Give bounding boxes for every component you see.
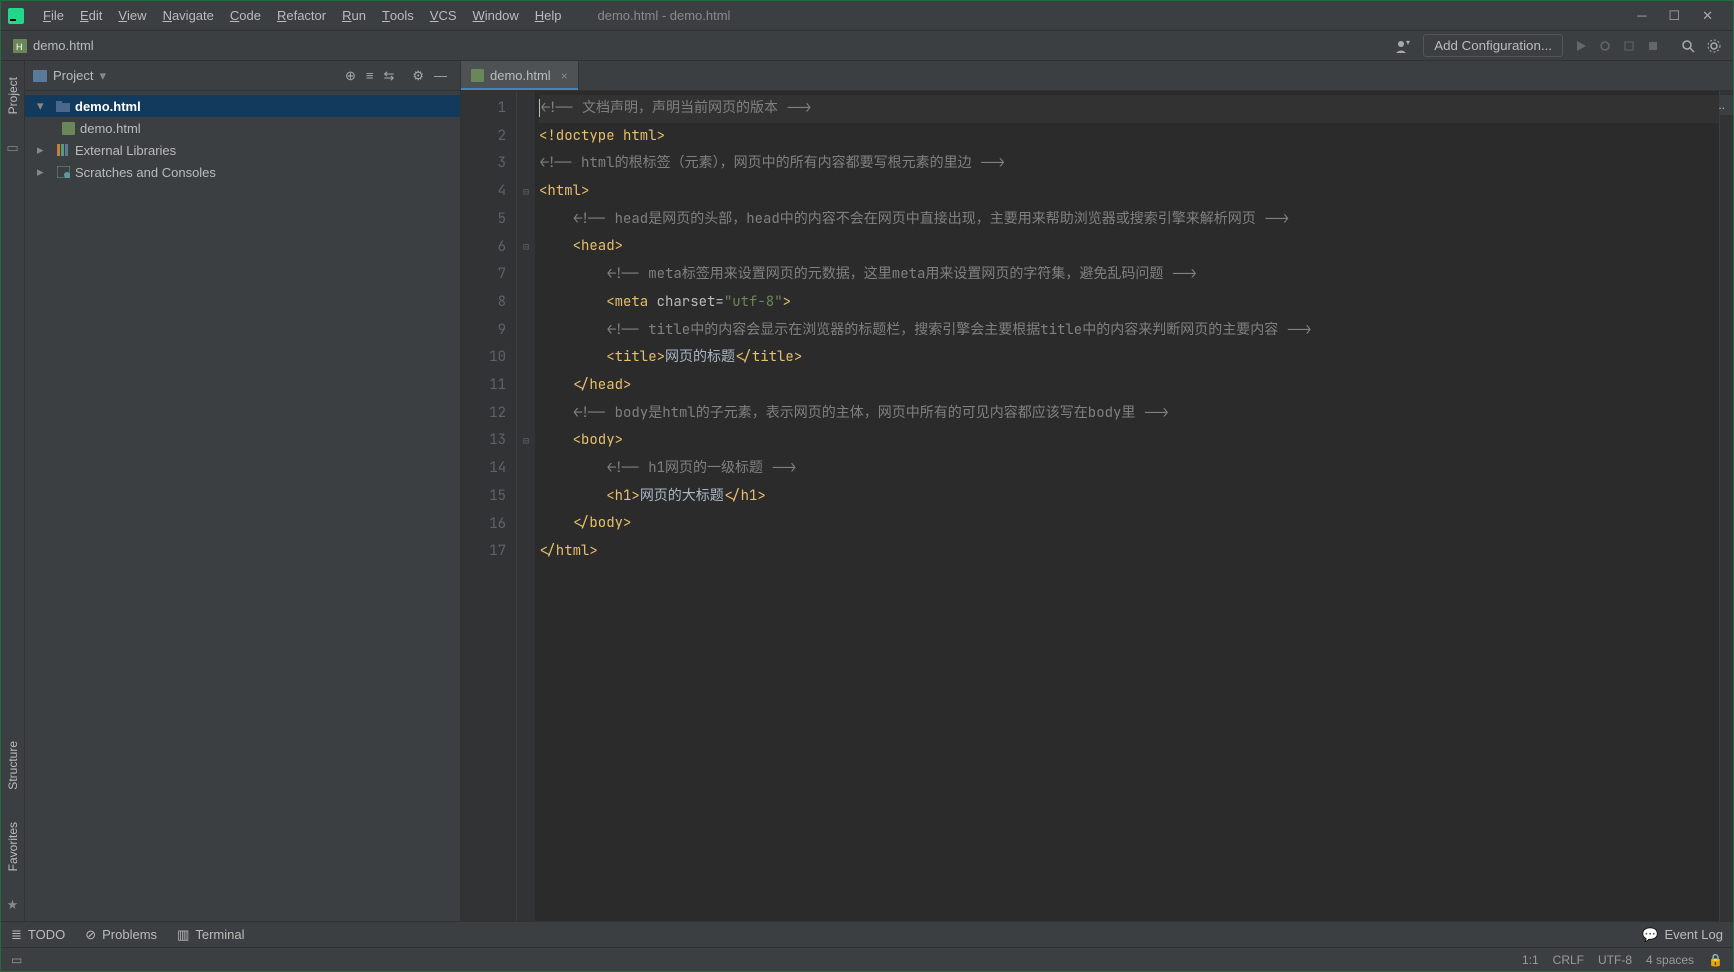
- chevron-right-icon[interactable]: ▸: [37, 142, 51, 158]
- menu-help[interactable]: Help: [527, 8, 570, 23]
- menu-file[interactable]: File: [35, 8, 72, 23]
- svg-text:▾: ▾: [1406, 39, 1410, 47]
- menu-window[interactable]: Window: [465, 8, 527, 23]
- minimize-button[interactable]: ─: [1637, 8, 1646, 23]
- tree-file-label: demo.html: [80, 121, 141, 136]
- status-left-icon[interactable]: ▭: [11, 953, 22, 967]
- tree-scratches-label: Scratches and Consoles: [75, 165, 216, 180]
- run-button[interactable]: [1569, 40, 1593, 52]
- fold-gutter[interactable]: ⊟⊟⊟: [517, 91, 535, 921]
- menu-view[interactable]: View: [110, 8, 154, 23]
- chevron-down-icon[interactable]: ▾: [37, 98, 51, 114]
- html-file-icon: [60, 121, 76, 135]
- toolbar: H demo.html ▾ Add Configuration...: [1, 31, 1733, 61]
- project-view-icon: [33, 70, 47, 82]
- star-icon: ★: [7, 897, 19, 921]
- todo-tool-button[interactable]: ≣TODO: [11, 927, 65, 943]
- menu-refactor[interactable]: Refactor: [269, 8, 334, 23]
- add-configuration-button[interactable]: Add Configuration...: [1423, 34, 1563, 57]
- expand-all-icon[interactable]: ≡: [361, 68, 379, 83]
- folder-icon: [55, 99, 71, 113]
- svg-text:H: H: [16, 42, 23, 52]
- problems-icon: ⊘: [85, 927, 96, 943]
- menu-run[interactable]: Run: [334, 8, 374, 23]
- breadcrumb-file: demo.html: [33, 38, 94, 53]
- menu-navigate[interactable]: Navigate: [155, 8, 222, 23]
- window-title: demo.html - demo.html: [598, 8, 731, 23]
- tree-scratches[interactable]: ▸ Scratches and Consoles: [25, 161, 460, 183]
- event-log-icon: 💬: [1642, 927, 1658, 943]
- stop-button[interactable]: [1641, 40, 1665, 52]
- menu-bar: FileEditViewNavigateCodeRefactorRunTools…: [1, 1, 1733, 31]
- scratches-icon: [55, 165, 71, 179]
- files-icon[interactable]: ▭: [6, 140, 18, 156]
- hide-sidebar-icon[interactable]: —: [429, 68, 452, 83]
- terminal-tool-button[interactable]: ▥Terminal: [177, 927, 244, 943]
- line-number-gutter[interactable]: 1234567891011121314151617: [461, 91, 517, 921]
- close-button[interactable]: ✕: [1702, 8, 1713, 24]
- structure-tool-button[interactable]: Structure: [6, 735, 20, 796]
- tree-external-label: External Libraries: [75, 143, 176, 158]
- html-file-icon: H: [13, 39, 27, 53]
- cursor-position[interactable]: 1:1: [1522, 953, 1539, 967]
- locate-icon[interactable]: ⊕: [340, 68, 361, 84]
- menu-tools[interactable]: Tools: [374, 8, 422, 23]
- file-encoding[interactable]: UTF-8: [1598, 953, 1632, 967]
- left-tool-rail: Project ▭ Structure Favorites ★: [1, 61, 25, 921]
- project-tool-button[interactable]: Project: [6, 71, 20, 120]
- problems-tool-button[interactable]: ⊘Problems: [85, 927, 157, 943]
- status-bar: ▭ 1:1 CRLF UTF-8 4 spaces 🔒: [1, 947, 1733, 971]
- chevron-down-icon[interactable]: ▾: [99, 68, 106, 84]
- menu-code[interactable]: Code: [222, 8, 269, 23]
- tree-external-libs[interactable]: ▸ External Libraries: [25, 139, 460, 161]
- code-area[interactable]: <!-- 文档声明，声明当前网页的版本 --><!doctype html><!…: [535, 91, 1719, 921]
- run-with-coverage-button[interactable]: [1617, 40, 1641, 52]
- project-tree[interactable]: ▾ demo.html demo.html ▸ External Librari…: [25, 91, 460, 921]
- sidebar-settings-icon[interactable]: ⚙: [407, 68, 429, 84]
- tree-file[interactable]: demo.html: [25, 117, 460, 139]
- editor-tabs: demo.html ×: [461, 61, 1733, 91]
- sidebar-title: Project: [53, 68, 93, 83]
- collapse-all-icon[interactable]: ⇆: [378, 68, 399, 84]
- favorites-tool-button[interactable]: Favorites: [6, 816, 20, 877]
- user-icon[interactable]: ▾: [1389, 39, 1417, 53]
- close-tab-icon[interactable]: ×: [561, 69, 568, 83]
- event-log-button[interactable]: 💬Event Log: [1642, 927, 1723, 943]
- debug-button[interactable]: [1593, 40, 1617, 52]
- library-icon: [55, 143, 71, 157]
- search-icon[interactable]: [1675, 39, 1701, 53]
- html-file-icon: [471, 69, 484, 82]
- project-sidebar: Project ▾ ⊕ ≡ ⇆ ⚙ — ▾ demo.html demo.htm…: [25, 61, 461, 921]
- line-separator[interactable]: CRLF: [1553, 953, 1584, 967]
- editor-tab[interactable]: demo.html ×: [461, 61, 579, 90]
- indent-setting[interactable]: 4 spaces: [1646, 953, 1694, 967]
- menu-edit[interactable]: Edit: [72, 8, 110, 23]
- settings-icon[interactable]: [1701, 39, 1727, 53]
- menu-vcs[interactable]: VCS: [422, 8, 465, 23]
- breadcrumb[interactable]: H demo.html: [7, 38, 100, 53]
- tab-label: demo.html: [490, 68, 551, 83]
- error-stripe[interactable]: [1719, 91, 1733, 921]
- lock-icon[interactable]: 🔒: [1708, 953, 1723, 967]
- app-logo-icon: [7, 7, 25, 25]
- terminal-icon: ▥: [177, 927, 189, 943]
- todo-icon: ≣: [11, 927, 22, 943]
- editor: demo.html × Analyzing... 123456789101112…: [461, 61, 1733, 921]
- tree-root[interactable]: ▾ demo.html: [25, 95, 460, 117]
- maximize-button[interactable]: ☐: [1668, 8, 1680, 24]
- bottom-toolbar: ≣TODO ⊘Problems ▥Terminal 💬Event Log: [1, 921, 1733, 947]
- tree-root-label: demo.html: [75, 99, 141, 114]
- chevron-right-icon[interactable]: ▸: [37, 164, 51, 180]
